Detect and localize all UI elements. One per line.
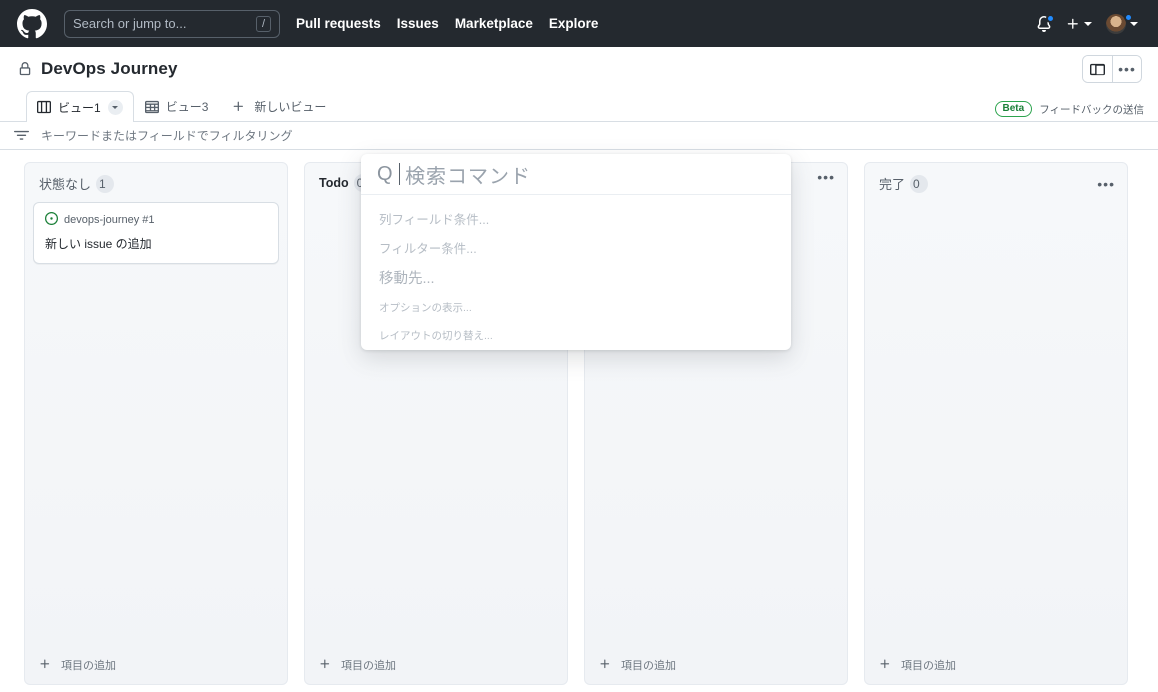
card-repo-ref: devops-journey #1 [64,214,155,226]
new-view-label: 新しいビュー [254,100,327,114]
plus-icon [879,658,891,672]
user-menu-button[interactable] [1106,12,1138,34]
add-item-label: 項目の追加 [341,660,396,672]
table-view-icon [144,100,159,114]
filter-icon[interactable] [10,128,32,143]
column-count: 1 [99,176,106,191]
command-item-column-field[interactable]: 列フィールド条件... [361,204,791,233]
add-item-label: 項目の追加 [901,660,956,672]
global-header: Search or jump to... / Pull requests Iss… [0,0,1158,47]
avatar-indicator-dot [1124,12,1133,22]
card-meta: devops-journey #1 [45,212,267,228]
column-cards: devops-journey #1 新しい issue の追加 [25,202,287,647]
tab-view-1[interactable]: ビュー1 [26,91,134,122]
command-item-goto[interactable]: 移動先... [361,262,791,293]
board-column-no-status: 状態なし 1 devops-journey #1 新しい issue の追加 項… [24,162,288,685]
filter-bar[interactable]: キーワードまたはフィールドでフィルタリング [0,122,1158,150]
plus-icon [599,658,611,672]
search-shortcut-badge: / [255,15,271,32]
tab-menu-button[interactable] [107,99,123,115]
notification-indicator-dot [1046,13,1055,23]
column-title: Todo [319,176,349,190]
tab-view-3[interactable]: ビュー3 [134,91,220,121]
command-palette: Q 検索コマンド 列フィールド条件... フィルター条件... 移動先... オ… [361,154,791,350]
board-card[interactable]: devops-journey #1 新しい issue の追加 [33,202,279,264]
chevron-down-icon [1130,21,1138,26]
board-view-icon [37,100,51,114]
command-item-switch-layout[interactable]: レイアウトの切り替え... [361,321,791,349]
add-item-button[interactable]: 項目の追加 [865,647,1127,684]
add-item-button[interactable]: 項目の追加 [305,647,567,684]
column-title: 状態なし [39,177,92,192]
search-placeholder: Search or jump to... [73,16,187,31]
command-palette-placeholder: 検索コマンド [405,165,532,188]
add-item-button[interactable]: 項目の追加 [585,647,847,684]
global-nav: Pull requests Issues Marketplace Explore [296,16,598,31]
project-header: DevOps Journey ••• [0,47,1158,91]
new-view-button[interactable]: 新しいビュー [219,91,337,121]
chevron-down-icon [112,105,119,109]
column-count: 0 [913,176,920,191]
plus-icon [319,658,331,672]
chevron-down-icon [1084,21,1092,26]
issue-opened-icon [45,212,58,228]
tab-label: ビュー3 [165,100,209,114]
nav-marketplace[interactable]: Marketplace [455,16,533,31]
column-cards [865,202,1127,647]
view-tabs: ビュー1 ビュー3 新しいビュー Beta フィードバックの送信 [0,91,1158,122]
nav-issues[interactable]: Issues [397,16,439,31]
command-item-show-options[interactable]: オプションの表示... [361,293,791,321]
add-item-label: 項目の追加 [61,660,116,672]
card-title: 新しい issue の追加 [45,237,152,251]
command-item-filter[interactable]: フィルター条件... [361,233,791,262]
search-icon: Q [377,162,393,185]
header-actions [1036,12,1142,34]
column-more-menu-button[interactable]: ••• [1097,177,1115,191]
add-item-button[interactable]: 項目の追加 [25,647,287,684]
column-title: 完了 [879,177,906,192]
board-column-done: 完了 0 ••• 項目の追加 [864,162,1128,685]
notifications-button[interactable] [1036,13,1055,32]
text-cursor [398,163,401,185]
tab-label: ビュー1 [58,100,101,115]
lock-icon [18,62,32,76]
create-new-button[interactable] [1066,17,1092,31]
send-feedback-link[interactable]: フィードバックの送信 [1039,102,1144,117]
column-header[interactable]: 状態なし 1 [25,163,287,202]
search-input[interactable]: Search or jump to... / [64,9,280,38]
beta-badge: Beta [994,101,1033,117]
plus-icon [232,100,245,113]
command-palette-input[interactable]: Q 検索コマンド [361,154,791,195]
page-title: DevOps Journey [41,59,178,78]
project-board: 状態なし 1 devops-journey #1 新しい issue の追加 項… [0,150,1158,691]
avatar [1106,13,1126,34]
project-more-menu-button[interactable]: ••• [1112,56,1141,82]
github-logo-icon[interactable] [16,8,48,40]
kebab-icon: ••• [1118,61,1136,77]
filter-input-placeholder[interactable]: キーワードまたはフィールドでフィルタリング [41,127,293,144]
plus-icon [39,658,51,672]
project-actions-group: ••• [1082,55,1142,83]
command-palette-list: 列フィールド条件... フィルター条件... 移動先... オプションの表示..… [361,195,791,349]
column-more-menu-button[interactable]: ••• [817,170,835,184]
nav-explore[interactable]: Explore [549,16,599,31]
column-header[interactable]: 完了 0 ••• [865,163,1127,202]
tabs-right-area: Beta フィードバックの送信 [994,101,1158,121]
sidebar-toggle-button[interactable] [1083,56,1112,82]
nav-pull-requests[interactable]: Pull requests [296,16,381,31]
add-item-label: 項目の追加 [621,660,676,672]
